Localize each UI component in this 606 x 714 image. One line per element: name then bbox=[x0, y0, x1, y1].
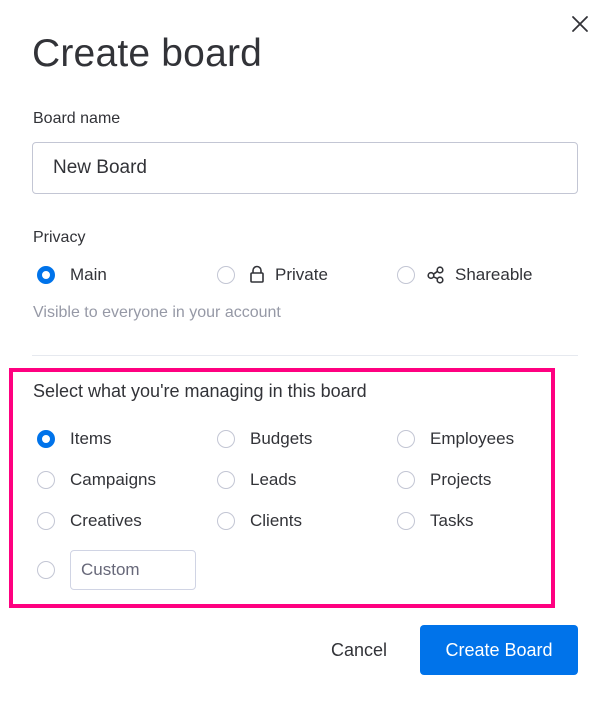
privacy-option-label: Main bbox=[70, 265, 107, 284]
managing-radio-custom[interactable] bbox=[37, 561, 55, 579]
privacy-option-label: Shareable bbox=[455, 265, 533, 284]
managing-radio[interactable] bbox=[217, 430, 235, 448]
close-icon bbox=[572, 16, 588, 32]
privacy-hint: Visible to everyone in your account bbox=[33, 304, 281, 321]
managing-option-label: Tasks bbox=[430, 511, 474, 530]
managing-option-label: Campaigns bbox=[70, 470, 156, 489]
divider bbox=[32, 355, 578, 356]
managing-option-label: Creatives bbox=[70, 511, 142, 530]
managing-option-label: Clients bbox=[250, 511, 302, 530]
managing-option-label: Leads bbox=[250, 470, 297, 489]
share-icon bbox=[427, 266, 444, 284]
managing-option-label: Budgets bbox=[250, 429, 313, 448]
managing-radio[interactable] bbox=[397, 430, 415, 448]
managing-section-title: Select what you're managing in this boar… bbox=[33, 381, 367, 401]
dialog-title: Create board bbox=[32, 32, 263, 75]
managing-radio[interactable] bbox=[37, 430, 55, 448]
privacy-option-label: Private bbox=[275, 265, 328, 284]
create-board-button[interactable]: Create Board bbox=[420, 625, 578, 675]
managing-option-label: Items bbox=[70, 429, 112, 448]
managing-option-label: Employees bbox=[430, 429, 515, 448]
managing-radio[interactable] bbox=[217, 512, 235, 530]
privacy-label: Privacy bbox=[33, 229, 86, 246]
managing-radio[interactable] bbox=[397, 512, 415, 530]
managing-radio[interactable] bbox=[397, 471, 415, 489]
board-name-label: Board name bbox=[33, 110, 121, 127]
managing-option-label: Projects bbox=[430, 470, 492, 489]
close-button[interactable] bbox=[568, 12, 592, 36]
managing-radio[interactable] bbox=[37, 512, 55, 530]
cancel-button[interactable]: Cancel bbox=[314, 625, 404, 675]
privacy-radio-shareable[interactable] bbox=[397, 266, 415, 284]
privacy-radio-main[interactable] bbox=[37, 266, 55, 284]
board-name-input[interactable] bbox=[32, 142, 578, 194]
lock-icon bbox=[250, 265, 264, 283]
custom-option-input[interactable] bbox=[70, 550, 196, 590]
privacy-radio-private[interactable] bbox=[217, 266, 235, 284]
managing-radio[interactable] bbox=[37, 471, 55, 489]
managing-radio[interactable] bbox=[217, 471, 235, 489]
